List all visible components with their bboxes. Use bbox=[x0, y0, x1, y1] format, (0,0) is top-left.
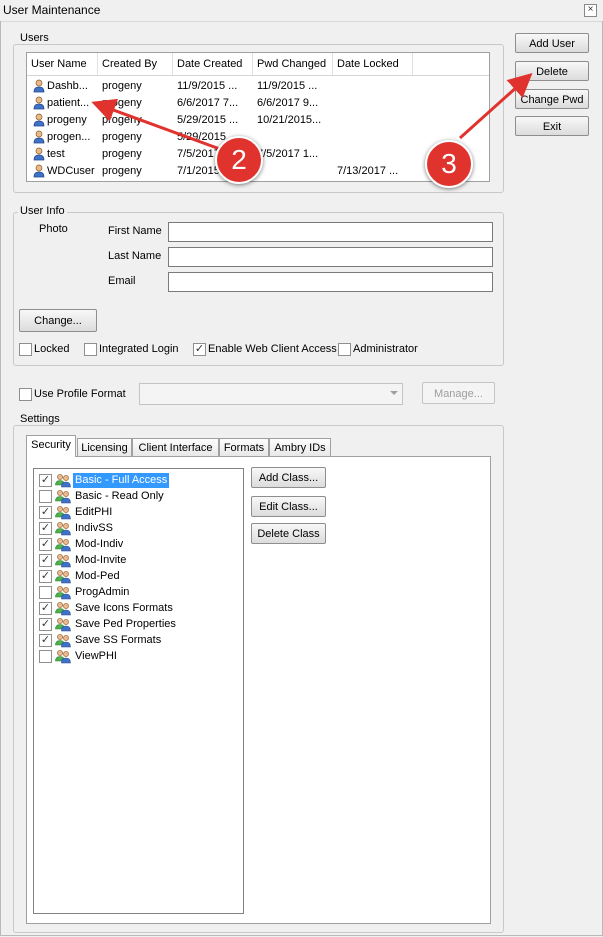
arrow-2-line bbox=[91, 98, 229, 154]
annotation-arrows bbox=[91, 72, 533, 154]
annotation-step-2: 2 bbox=[215, 136, 263, 184]
arrow-3-line bbox=[458, 72, 533, 140]
tab-security[interactable]: Security bbox=[26, 435, 76, 457]
annotation-step-3: 3 bbox=[425, 140, 473, 188]
